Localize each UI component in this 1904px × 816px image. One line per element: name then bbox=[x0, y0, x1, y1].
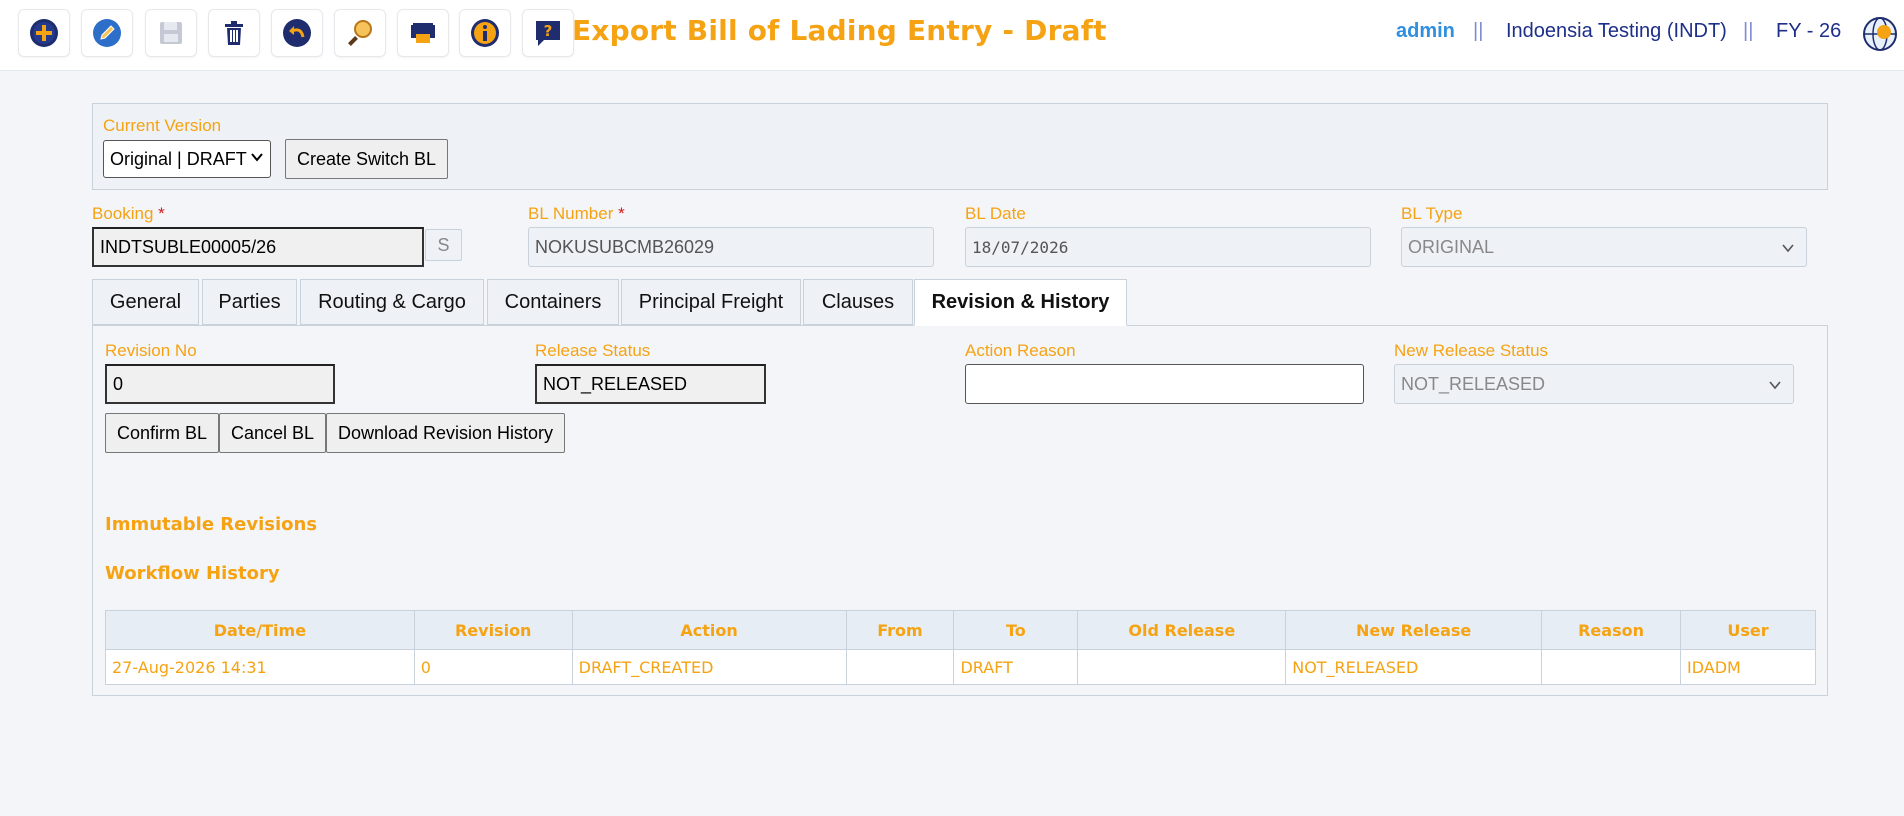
tab-parties[interactable]: Parties bbox=[202, 279, 297, 325]
workflow-history-title: Workflow History bbox=[105, 563, 280, 584]
info-button[interactable] bbox=[459, 9, 511, 57]
save-icon bbox=[160, 22, 182, 44]
current-version-select[interactable]: Original | DRAFT bbox=[103, 140, 271, 178]
column-header: Old Release bbox=[1077, 610, 1287, 650]
table-cell bbox=[1077, 649, 1287, 685]
column-header: User bbox=[1680, 610, 1816, 650]
new-release-status-value: NOT_RELEASED bbox=[1401, 373, 1546, 394]
delete-button[interactable] bbox=[208, 9, 260, 57]
table-cell bbox=[845, 649, 955, 685]
help-icon: ? bbox=[536, 21, 560, 46]
company-name[interactable]: Indoensia Testing (INDT) bbox=[1506, 20, 1727, 43]
bl-date-label: BL Date bbox=[965, 204, 1026, 223]
chevron-down-icon bbox=[1782, 244, 1794, 253]
booking-input[interactable]: INDTSUBLE00005/26 bbox=[92, 227, 424, 267]
action-reason-input[interactable] bbox=[965, 364, 1364, 404]
column-header: To bbox=[953, 610, 1079, 650]
separator: || bbox=[1473, 20, 1484, 42]
action-reason-label: Action Reason bbox=[965, 341, 1076, 360]
bl-type-value: ORIGINAL bbox=[1408, 236, 1495, 257]
create-switch-bl-button[interactable]: Create Switch BL bbox=[285, 139, 448, 179]
svg-text:?: ? bbox=[544, 22, 553, 40]
undo-icon bbox=[283, 19, 311, 47]
edit-icon bbox=[93, 19, 121, 47]
download-revision-history-button[interactable]: Download Revision History bbox=[326, 413, 565, 453]
info-icon bbox=[471, 19, 499, 47]
current-version-label: Current Version bbox=[103, 116, 222, 135]
revision-no-input[interactable]: 0 bbox=[105, 364, 335, 404]
top-toolbar: ? Export Bill of Lading Entry - Draft ad… bbox=[0, 0, 1904, 71]
table-cell: 0 bbox=[413, 649, 573, 685]
table-cell: DRAFT_CREATED bbox=[571, 649, 847, 685]
table-cell bbox=[1541, 649, 1681, 685]
tab-principal-freight[interactable]: Principal Freight bbox=[621, 279, 801, 325]
tab-general[interactable]: General bbox=[92, 279, 199, 325]
confirm-bl-button[interactable]: Confirm BL bbox=[105, 413, 219, 453]
tab-containers[interactable]: Containers bbox=[487, 279, 619, 325]
table-header-row: Date/Time Revision Action From To Old Re… bbox=[105, 610, 1816, 650]
print-icon bbox=[411, 23, 435, 43]
bl-type-select[interactable]: ORIGINAL bbox=[1401, 227, 1807, 267]
version-panel: Current Version Original | DRAFT Create … bbox=[92, 103, 1828, 190]
table-cell: NOT_RELEASED bbox=[1285, 649, 1543, 685]
column-header: Action bbox=[571, 610, 847, 650]
user-name[interactable]: admin bbox=[1396, 20, 1455, 43]
chevron-down-icon bbox=[1769, 381, 1781, 390]
print-button[interactable] bbox=[397, 9, 449, 57]
globe-icon[interactable] bbox=[1862, 16, 1898, 52]
immutable-revisions-title: Immutable Revisions bbox=[105, 514, 318, 535]
bl-number-label: BL Number * bbox=[528, 204, 625, 223]
separator: || bbox=[1743, 20, 1754, 42]
new-release-status-label: New Release Status bbox=[1394, 341, 1549, 360]
search-button[interactable] bbox=[334, 9, 386, 57]
help-button[interactable]: ? bbox=[522, 9, 574, 57]
bl-date-input[interactable]: 18/07/2026 bbox=[965, 227, 1371, 267]
column-header: New Release bbox=[1285, 610, 1543, 650]
undo-button[interactable] bbox=[271, 9, 323, 57]
new-release-status-select[interactable]: NOT_RELEASED bbox=[1394, 364, 1794, 404]
table-cell: DRAFT bbox=[953, 649, 1079, 685]
delete-icon bbox=[225, 21, 243, 45]
revision-no-label: Revision No bbox=[105, 341, 197, 360]
column-header: From bbox=[845, 610, 955, 650]
bl-type-label: BL Type bbox=[1401, 204, 1463, 223]
cancel-bl-button[interactable]: Cancel BL bbox=[219, 413, 326, 453]
edit-button[interactable] bbox=[81, 9, 133, 57]
table-row: 27-Aug-2026 14:31 0 DRAFT_CREATED DRAFT … bbox=[105, 649, 1816, 685]
table-cell: IDADM bbox=[1680, 649, 1816, 685]
column-header: Reason bbox=[1541, 610, 1681, 650]
chevron-down-icon bbox=[251, 153, 263, 162]
release-status-input[interactable]: NOT_RELEASED bbox=[535, 364, 766, 404]
save-button[interactable] bbox=[145, 9, 197, 57]
release-status-label: Release Status bbox=[535, 341, 651, 360]
page-title: Export Bill of Lading Entry - Draft bbox=[572, 14, 1107, 47]
add-icon bbox=[30, 19, 58, 47]
booking-label: Booking * bbox=[92, 204, 165, 223]
column-header: Revision bbox=[413, 610, 573, 650]
add-button[interactable] bbox=[18, 9, 70, 57]
workflow-history-table: Date/Time Revision Action From To Old Re… bbox=[105, 610, 1816, 685]
search-icon bbox=[348, 20, 372, 46]
column-header: Date/Time bbox=[105, 610, 415, 650]
fiscal-year[interactable]: FY - 26 bbox=[1776, 20, 1841, 43]
tab-revision-history[interactable]: Revision & History bbox=[914, 279, 1127, 326]
tab-routing-cargo[interactable]: Routing & Cargo bbox=[300, 279, 484, 325]
current-version-value: Original | DRAFT bbox=[110, 149, 247, 169]
bl-number-input[interactable]: NOKUSUBCMB26029 bbox=[528, 227, 934, 267]
booking-search-button[interactable]: S bbox=[425, 229, 462, 261]
tab-clauses[interactable]: Clauses bbox=[803, 279, 913, 325]
table-cell: 27-Aug-2026 14:31 bbox=[105, 649, 415, 685]
